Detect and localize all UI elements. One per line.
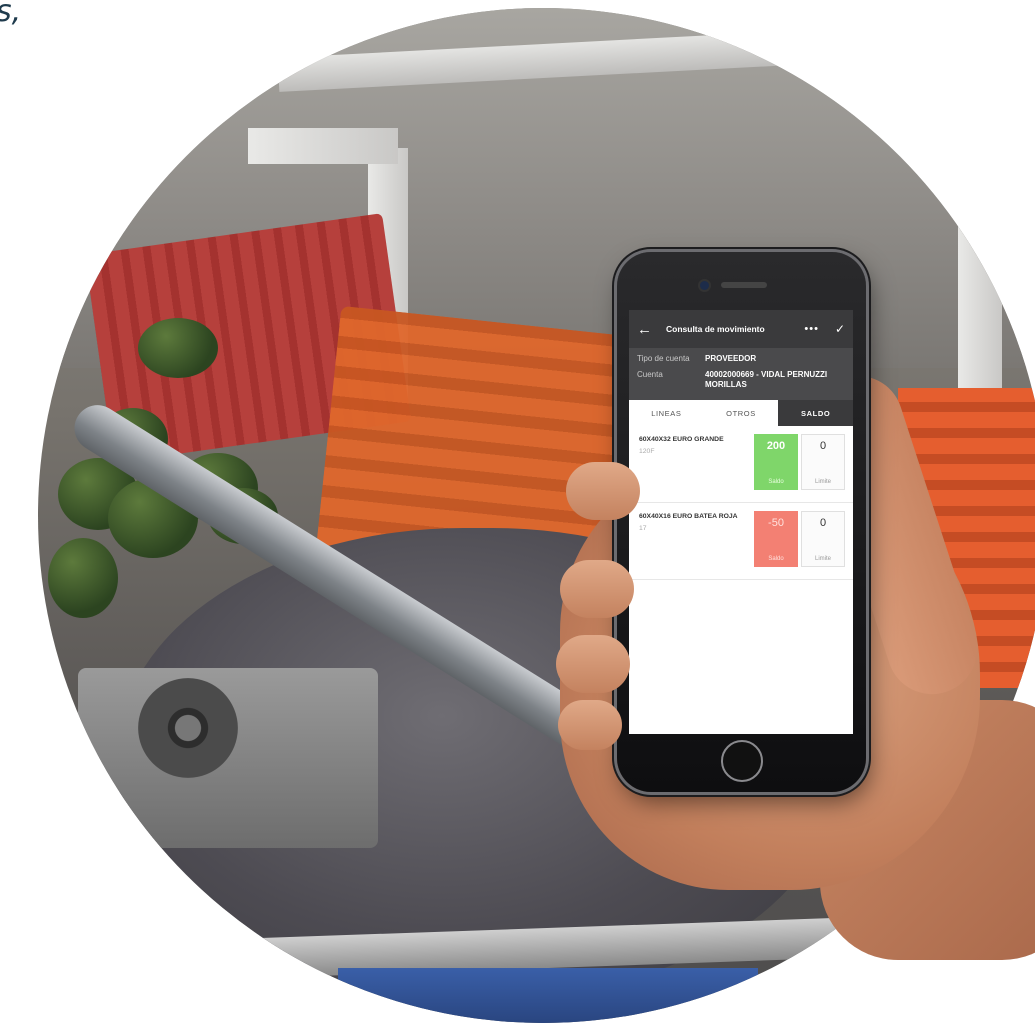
- avocado: [138, 318, 218, 378]
- item-description: 60X40X32 EURO GRANDE 120F: [639, 434, 751, 457]
- item-code: 17: [639, 524, 647, 532]
- list-item[interactable]: 60X40X16 EURO BATEA ROJA 17 -50 Saldo 0 …: [629, 503, 853, 580]
- avocado: [48, 538, 118, 618]
- speaker-grille: [721, 282, 767, 288]
- limite-box[interactable]: 0 Limite: [801, 434, 845, 490]
- saldo-value: -50: [768, 517, 784, 529]
- tab-bar: LINEAS OTROS SALDO: [629, 400, 853, 426]
- account-value: 40002000669 - VIDAL PERNUZZI MORILLAS: [705, 370, 828, 389]
- smartphone: ← Consulta de movimiento ••• ✓ Tipo de c…: [617, 252, 866, 792]
- saldo-box[interactable]: -50 Saldo: [754, 511, 798, 567]
- limite-box[interactable]: 0 Limite: [801, 511, 845, 567]
- back-arrow-icon[interactable]: ←: [637, 322, 652, 337]
- bearing: [138, 678, 238, 778]
- limite-label: Limite: [814, 556, 831, 562]
- item-description: 60X40X16 EURO BATEA ROJA 17: [639, 511, 751, 534]
- saldo-box[interactable]: 200 Saldo: [754, 434, 798, 490]
- finger: [558, 700, 622, 750]
- tab-lineas[interactable]: LINEAS: [629, 400, 704, 426]
- finger: [560, 560, 634, 618]
- home-button[interactable]: [721, 740, 763, 782]
- item-name: 60X40X16 EURO BATEA ROJA: [639, 513, 738, 520]
- item-code: 120F: [639, 447, 655, 455]
- tab-otros[interactable]: OTROS: [704, 400, 779, 426]
- confirm-check-icon[interactable]: ✓: [835, 322, 845, 336]
- account-info: Tipo de cuenta PROVEEDOR Cuenta 40002000…: [629, 348, 853, 400]
- limite-label: Limite: [814, 479, 831, 485]
- page-title: Consulta de movimiento: [666, 324, 765, 334]
- account-type-label: Tipo de cuenta: [637, 354, 690, 363]
- finger: [566, 462, 640, 520]
- limite-value: 0: [819, 440, 827, 452]
- item-name: 60X40X32 EURO GRANDE: [639, 436, 724, 443]
- app-bar: ← Consulta de movimiento ••• ✓: [629, 310, 853, 348]
- limite-value: 0: [819, 517, 827, 529]
- account-type-value: PROVEEDOR: [705, 354, 757, 363]
- saldo-label: Saldo: [768, 556, 784, 562]
- corner-text: s,: [0, 0, 22, 29]
- list-item[interactable]: 60X40X32 EURO GRANDE 120F 200 Saldo 0 Li…: [629, 426, 853, 503]
- account-row: Cuenta 40002000669 - VIDAL PERNUZZI MORI…: [637, 370, 845, 390]
- tab-saldo[interactable]: SALDO: [778, 400, 853, 426]
- saldo-value: 200: [766, 440, 786, 452]
- finger: [556, 635, 630, 693]
- account-label: Cuenta: [637, 370, 663, 379]
- account-type-row: Tipo de cuenta PROVEEDOR: [637, 354, 845, 364]
- blue-motor: [338, 968, 758, 1023]
- phone-screen: ← Consulta de movimiento ••• ✓ Tipo de c…: [629, 310, 853, 734]
- saldo-label: Saldo: [768, 479, 784, 485]
- pillar-bracket: [248, 128, 398, 164]
- more-options-icon[interactable]: •••: [804, 323, 819, 335]
- camera-icon: [700, 281, 709, 290]
